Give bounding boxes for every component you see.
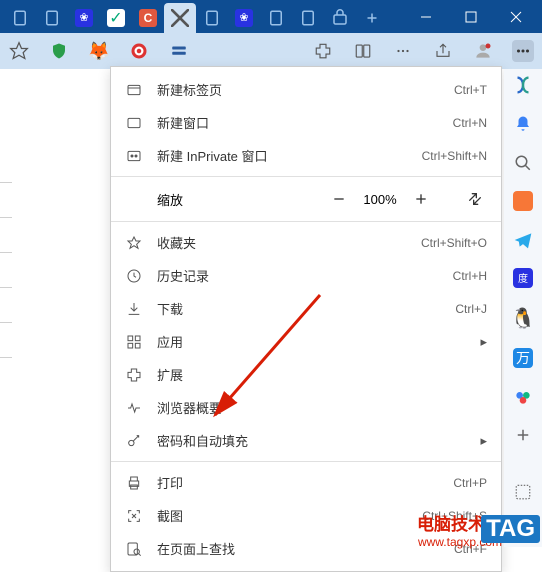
menu-apps[interactable]: 应用 ▸ (111, 325, 501, 358)
menu-new-inprivate[interactable]: 新建 InPrivate 窗口 Ctrl+Shift+N (111, 139, 501, 172)
zoom-out-button[interactable] (327, 187, 351, 211)
menu-extensions[interactable]: 扩展 (111, 358, 501, 391)
minimize-button[interactable] (403, 0, 448, 33)
sidebar: 度 🐧 万 (504, 69, 542, 547)
search-icon[interactable] (511, 152, 535, 172)
menu-label: 浏览器概要 (157, 398, 487, 417)
tab-6-active[interactable] (164, 3, 196, 33)
tab-8-baidu[interactable]: ❀ (228, 3, 260, 33)
download-icon (125, 300, 143, 318)
shortcut: Ctrl+P (453, 476, 487, 490)
shortcut: Ctrl+Shift+N (422, 149, 487, 163)
submenu-arrow-icon: ▸ (480, 433, 487, 449)
menu-label: 新建标签页 (157, 80, 440, 99)
menu-new-tab[interactable]: 新建标签页 Ctrl+T (111, 73, 501, 106)
copilot-icon[interactable] (511, 74, 535, 96)
share-icon[interactable] (432, 40, 454, 62)
blue-app-icon[interactable]: 万 (511, 348, 535, 368)
close-button[interactable] (493, 0, 538, 33)
menu-label: 在页面上查找 (157, 539, 440, 558)
tab-3-baidu[interactable]: ❀ (68, 3, 100, 33)
tab-4[interactable]: ✓ (100, 3, 132, 33)
zoom-value: 100% (359, 192, 401, 207)
toolbar: 🦊 (0, 33, 542, 69)
extensions-icon (125, 366, 143, 384)
fullscreen-button[interactable] (463, 187, 487, 211)
zoom-in-button[interactable] (409, 187, 433, 211)
apps-icon (125, 333, 143, 351)
menu-history[interactable]: 历史记录 Ctrl+H (111, 259, 501, 292)
tab-10[interactable] (292, 3, 324, 33)
shortcut: Ctrl+J (455, 302, 487, 316)
menu-label: 新建 InPrivate 窗口 (157, 146, 408, 165)
tag-logo: TAG (481, 515, 540, 543)
new-window-icon (125, 114, 143, 132)
left-edge-lines (0, 182, 12, 392)
more-menu-button[interactable] (512, 40, 534, 62)
submenu-arrow-icon: ▸ (480, 334, 487, 350)
select-icon[interactable] (511, 482, 535, 502)
menu-downloads[interactable]: 下载 Ctrl+J (111, 292, 501, 325)
menu-label: 历史记录 (157, 266, 439, 285)
menu-label: 扩展 (157, 365, 487, 384)
tab-2[interactable] (36, 3, 68, 33)
menu-label: 收藏夹 (157, 233, 407, 252)
tab-11-bag[interactable] (324, 3, 356, 33)
baidu-icon[interactable]: 度 (511, 268, 535, 288)
menu-new-window[interactable]: 新建窗口 Ctrl+N (111, 106, 501, 139)
bell-icon[interactable] (511, 114, 535, 134)
settings-menu: 新建标签页 Ctrl+T 新建窗口 Ctrl+N 新建 InPrivate 窗口… (110, 66, 502, 572)
zoom-label: 缩放 (157, 190, 319, 209)
orange-app-icon[interactable] (511, 191, 535, 211)
qq-icon[interactable]: 🐧 (511, 306, 535, 330)
shield-icon[interactable] (48, 40, 70, 62)
titlebar: ❀ ✓ C ❀ (0, 0, 542, 33)
cloud-icon[interactable] (511, 387, 535, 407)
menu-passwords[interactable]: 密码和自动填充 ▸ (111, 424, 501, 457)
separator (111, 221, 501, 222)
separator (111, 461, 501, 462)
menu-label: 应用 (157, 332, 466, 351)
menu-label: 下载 (157, 299, 441, 318)
window-controls (403, 0, 538, 33)
print-icon (125, 474, 143, 492)
dots-icon[interactable] (392, 40, 414, 62)
telegram-icon[interactable] (511, 229, 535, 249)
menu-label: 密码和自动填充 (157, 431, 466, 450)
find-icon (125, 540, 143, 558)
collections-icon[interactable] (168, 40, 190, 62)
tab-9[interactable] (260, 3, 292, 33)
separator (111, 176, 501, 177)
favorite-star-icon[interactable] (8, 40, 30, 62)
menu-label: 截图 (157, 506, 408, 525)
extensions-icon[interactable] (312, 40, 334, 62)
menu-favorites[interactable]: 收藏夹 Ctrl+Shift+O (111, 226, 501, 259)
shortcut: Ctrl+N (453, 116, 487, 130)
menu-zoom: 缩放 100% (111, 181, 501, 217)
shortcut: Ctrl+T (454, 83, 487, 97)
add-sidebar-icon[interactable] (511, 425, 535, 445)
profile-icon[interactable] (472, 40, 494, 62)
shortcut: Ctrl+Shift+O (421, 236, 487, 250)
pulse-icon (125, 399, 143, 417)
screenshot-icon (125, 507, 143, 525)
tab-new[interactable] (356, 3, 388, 33)
tab-1[interactable] (4, 3, 36, 33)
menu-label: 打印 (157, 473, 439, 492)
history-icon (125, 267, 143, 285)
inprivate-icon (125, 147, 143, 165)
menu-print[interactable]: 打印 Ctrl+P (111, 466, 501, 499)
maximize-button[interactable] (448, 0, 493, 33)
new-tab-icon (125, 81, 143, 99)
key-icon (125, 432, 143, 450)
tab-5[interactable]: C (132, 3, 164, 33)
menu-label: 新建窗口 (157, 113, 439, 132)
target-icon[interactable] (128, 40, 150, 62)
tab-7[interactable] (196, 3, 228, 33)
split-screen-icon[interactable] (352, 40, 374, 62)
favorites-icon (125, 234, 143, 252)
shortcut: Ctrl+H (453, 269, 487, 283)
fox-icon[interactable]: 🦊 (88, 40, 110, 62)
menu-browser-essentials[interactable]: 浏览器概要 (111, 391, 501, 424)
